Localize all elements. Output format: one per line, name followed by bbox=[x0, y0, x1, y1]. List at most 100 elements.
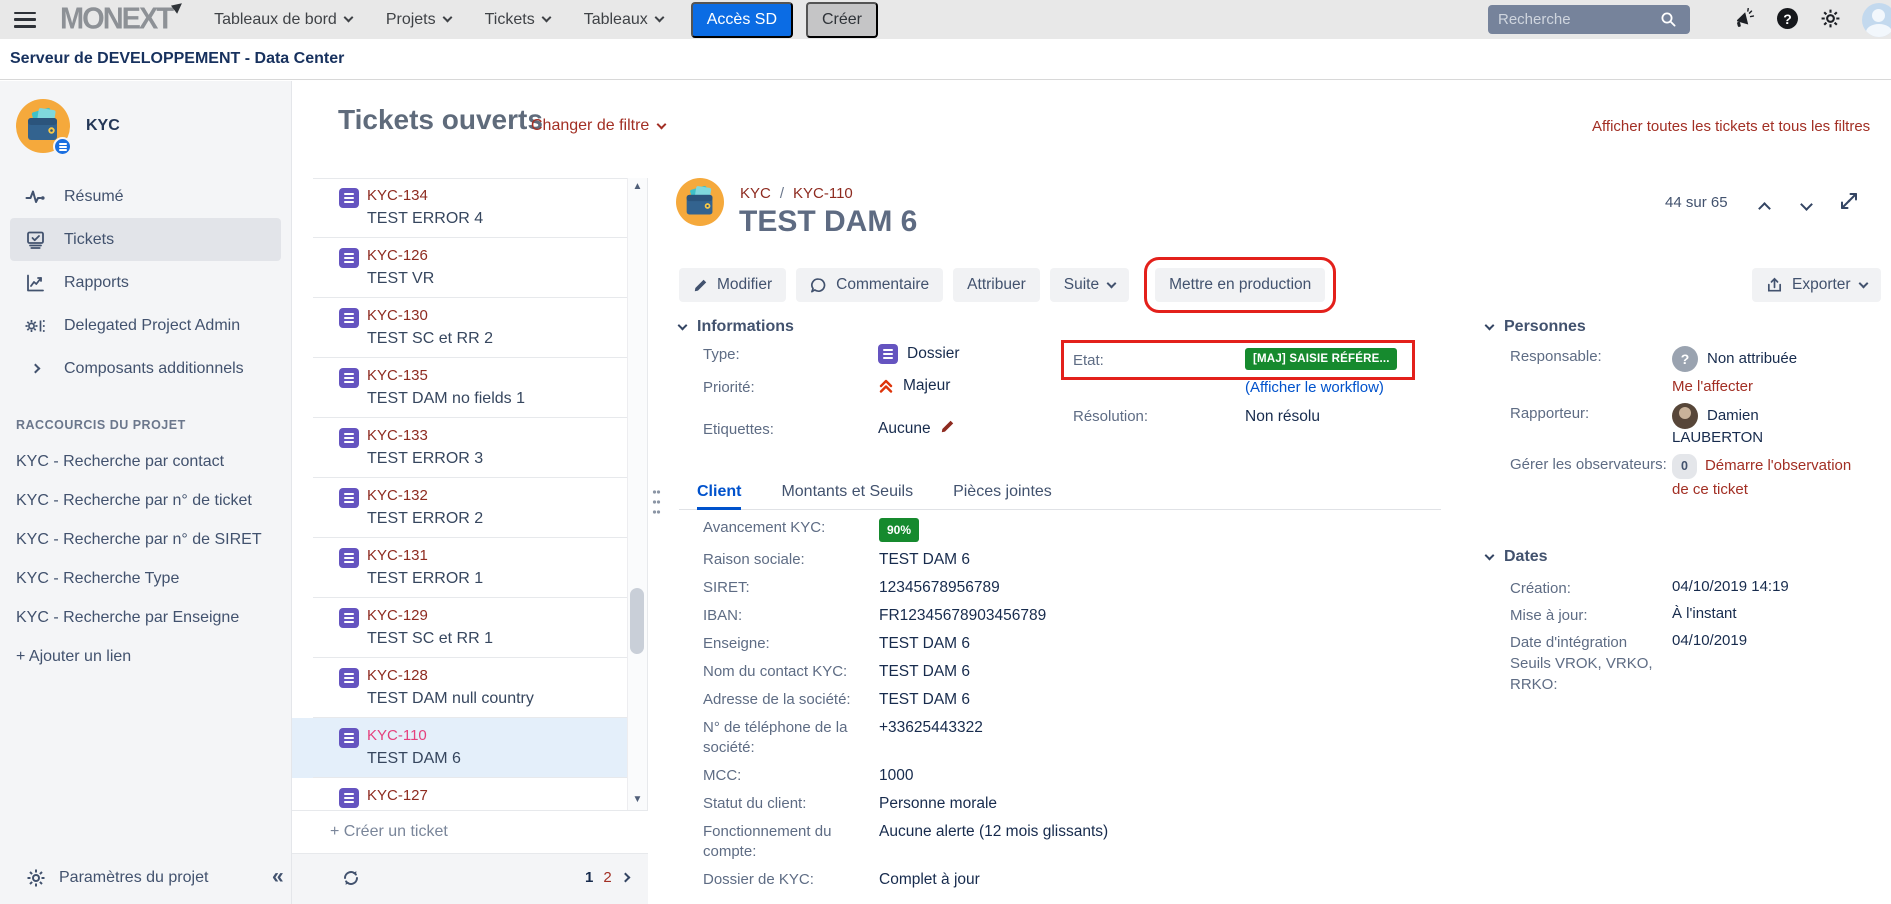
mettre-en-production-button[interactable]: Mettre en production bbox=[1155, 268, 1325, 302]
page-2-link[interactable]: 2 bbox=[603, 869, 611, 886]
project-header[interactable]: KYC bbox=[0, 81, 291, 153]
chart-icon bbox=[24, 273, 46, 293]
start-watching-link[interactable]: Démarre l'observation de ce ticket bbox=[1672, 457, 1851, 498]
observers-count-badge[interactable]: 0 bbox=[1672, 454, 1697, 479]
help-icon[interactable]: ? bbox=[1777, 8, 1798, 29]
shortcut-recherche-par-enseigne[interactable]: KYC - Recherche par Enseigne bbox=[16, 609, 291, 627]
environment-banner-text: Serveur de DEVELOPPEMENT - Data Center bbox=[10, 50, 344, 68]
next-page-icon[interactable] bbox=[620, 873, 630, 883]
ticket-row[interactable]: KYC-128TEST DAM null country bbox=[292, 658, 627, 718]
ticket-row[interactable]: KYC-131TEST ERROR 1 bbox=[292, 538, 627, 598]
tab-client[interactable]: Client bbox=[697, 483, 741, 509]
unassigned-avatar: ? bbox=[1672, 346, 1698, 372]
sidebar-item-delegated-project-admin[interactable]: Delegated Project Admin bbox=[10, 304, 281, 347]
announcements-icon[interactable] bbox=[1733, 8, 1755, 35]
hamburger-menu-icon[interactable] bbox=[14, 12, 36, 28]
ticket-key[interactable]: KYC-134 bbox=[367, 187, 627, 204]
personnes-section-header[interactable]: Personnes bbox=[1486, 318, 1586, 336]
ticket-key[interactable]: KYC-129 bbox=[367, 607, 627, 624]
ticket-row[interactable]: KYC-126TEST VR bbox=[292, 238, 627, 298]
user-avatar[interactable] bbox=[1862, 3, 1891, 37]
breadcrumb-ticket-link[interactable]: KYC-110 bbox=[793, 185, 853, 202]
shortcut-recherche-par-siret[interactable]: KYC - Recherche par n° de SIRET bbox=[16, 531, 291, 549]
scroll-up-arrow-icon[interactable]: ▲ bbox=[627, 181, 648, 192]
page-current[interactable]: 1 bbox=[585, 869, 593, 886]
sidebar-item-tickets[interactable]: Tickets bbox=[10, 218, 281, 261]
dates-section-header[interactable]: Dates bbox=[1486, 548, 1548, 566]
sidebar-item-composants-additionnels[interactable]: Composants additionnels bbox=[10, 347, 281, 390]
ticket-row[interactable]: KYC-127 bbox=[292, 778, 627, 810]
ticket-avatar bbox=[676, 178, 724, 226]
sidebar-item-label: Rapports bbox=[64, 274, 129, 292]
monext-logo[interactable]: MONEXT bbox=[60, 4, 172, 34]
create-ticket-button[interactable]: + Créer un ticket bbox=[292, 810, 648, 854]
list-scrollbar-track[interactable] bbox=[627, 178, 648, 810]
field-label: Fonctionnement du compte: bbox=[703, 822, 879, 862]
add-link[interactable]: + Ajouter un lien bbox=[16, 648, 291, 666]
ticket-row[interactable]: KYC-132TEST ERROR 2 bbox=[292, 478, 627, 538]
acces-sd-button[interactable]: Accès SD bbox=[691, 2, 793, 38]
attribuer-button[interactable]: Attribuer bbox=[953, 268, 1040, 302]
field-value: Dossier bbox=[907, 345, 960, 363]
next-ticket-icon[interactable] bbox=[1802, 196, 1811, 214]
menu-projets[interactable]: Projets bbox=[386, 11, 451, 29]
sidebar-item-resume[interactable]: Résumé bbox=[10, 175, 281, 218]
menu-tickets[interactable]: Tickets bbox=[485, 11, 550, 29]
expand-icon[interactable] bbox=[1838, 190, 1860, 217]
previous-ticket-icon[interactable] bbox=[1760, 200, 1769, 218]
list-scrollbar-thumb[interactable] bbox=[630, 588, 644, 654]
sidebar-item-rapports[interactable]: Rapports bbox=[10, 261, 281, 304]
suite-button[interactable]: Suite bbox=[1050, 268, 1129, 302]
client-field-row: MCC:1000 bbox=[703, 766, 1323, 786]
ticket-key[interactable]: KYC-135 bbox=[367, 367, 627, 384]
project-settings-button[interactable]: Paramètres du projet bbox=[26, 868, 208, 888]
shortcut-recherche-type[interactable]: KYC - Recherche Type bbox=[16, 570, 291, 588]
refresh-icon[interactable] bbox=[341, 868, 361, 893]
assign-to-me-link[interactable]: Me l'affecter bbox=[1672, 378, 1753, 395]
breadcrumb-project-link[interactable]: KYC bbox=[740, 185, 771, 202]
ticket-key[interactable]: KYC-131 bbox=[367, 547, 627, 564]
ticket-key[interactable]: KYC-132 bbox=[367, 487, 627, 504]
field-label: Priorité: bbox=[703, 377, 878, 396]
field-value: LAUBERTON bbox=[1672, 429, 1812, 446]
shortcut-recherche-par-ticket[interactable]: KYC - Recherche par n° de ticket bbox=[16, 492, 291, 510]
show-all-filters-link[interactable]: Afficher toutes les tickets et tous les … bbox=[1592, 118, 1870, 135]
field-label: Mise à jour: bbox=[1510, 605, 1672, 626]
admin-gear-icon[interactable] bbox=[1820, 8, 1841, 34]
search-input[interactable] bbox=[1498, 11, 1660, 28]
ticket-row-selected[interactable]: KYC-110TEST DAM 6 bbox=[292, 718, 627, 778]
ticket-row[interactable]: KYC-134TEST ERROR 4 bbox=[292, 178, 627, 238]
field-value: Non résolu bbox=[1245, 408, 1320, 426]
ticket-row[interactable]: KYC-135TEST DAM no fields 1 bbox=[292, 358, 627, 418]
ticket-key[interactable]: KYC-128 bbox=[367, 667, 627, 684]
dates-fields: Création: 04/10/2019 14:19 Mise à jour: … bbox=[1510, 578, 1890, 701]
menu-tableaux[interactable]: Tableaux bbox=[584, 11, 663, 29]
shortcut-recherche-par-contact[interactable]: KYC - Recherche par contact bbox=[16, 453, 291, 471]
ticket-key[interactable]: KYC-126 bbox=[367, 247, 627, 264]
ticket-key[interactable]: KYC-110 bbox=[367, 727, 627, 744]
ticket-row[interactable]: KYC-129TEST SC et RR 1 bbox=[292, 598, 627, 658]
edit-labels-pencil-icon[interactable] bbox=[940, 419, 955, 439]
ticket-row[interactable]: KYC-133TEST ERROR 3 bbox=[292, 418, 627, 478]
ticket-title-heading: TEST DAM 6 bbox=[739, 205, 917, 239]
search-box[interactable] bbox=[1488, 5, 1690, 34]
scroll-down-arrow-icon[interactable]: ▼ bbox=[627, 794, 648, 805]
tab-pieces-jointes[interactable]: Pièces jointes bbox=[953, 483, 1052, 509]
menu-tableaux-de-bord[interactable]: Tableaux de bord bbox=[214, 11, 352, 29]
creer-button[interactable]: Créer bbox=[806, 2, 878, 38]
tab-montants-et-seuils[interactable]: Montants et Seuils bbox=[781, 483, 913, 509]
commentaire-button[interactable]: Commentaire bbox=[796, 268, 943, 302]
ticket-row[interactable]: KYC-130TEST SC et RR 2 bbox=[292, 298, 627, 358]
exporter-button[interactable]: Exporter bbox=[1752, 268, 1881, 302]
modifier-button[interactable]: Modifier bbox=[679, 268, 786, 302]
change-filter-link[interactable]: Changer de filtre bbox=[531, 117, 665, 135]
progress-badge: 90% bbox=[879, 518, 919, 542]
collapse-sidebar-icon[interactable]: « bbox=[272, 865, 284, 889]
status-badge[interactable]: [MAJ] SAISIE RÉFÉRE... bbox=[1245, 348, 1397, 370]
ticket-key[interactable]: KYC-130 bbox=[367, 307, 627, 324]
ticket-key[interactable]: KYC-127 bbox=[367, 787, 627, 804]
panel-drag-handle[interactable] bbox=[652, 486, 661, 523]
ticket-key[interactable]: KYC-133 bbox=[367, 427, 627, 444]
informations-section-header[interactable]: Informations bbox=[679, 318, 794, 336]
show-workflow-link[interactable]: (Afficher le workflow) bbox=[1245, 379, 1453, 396]
